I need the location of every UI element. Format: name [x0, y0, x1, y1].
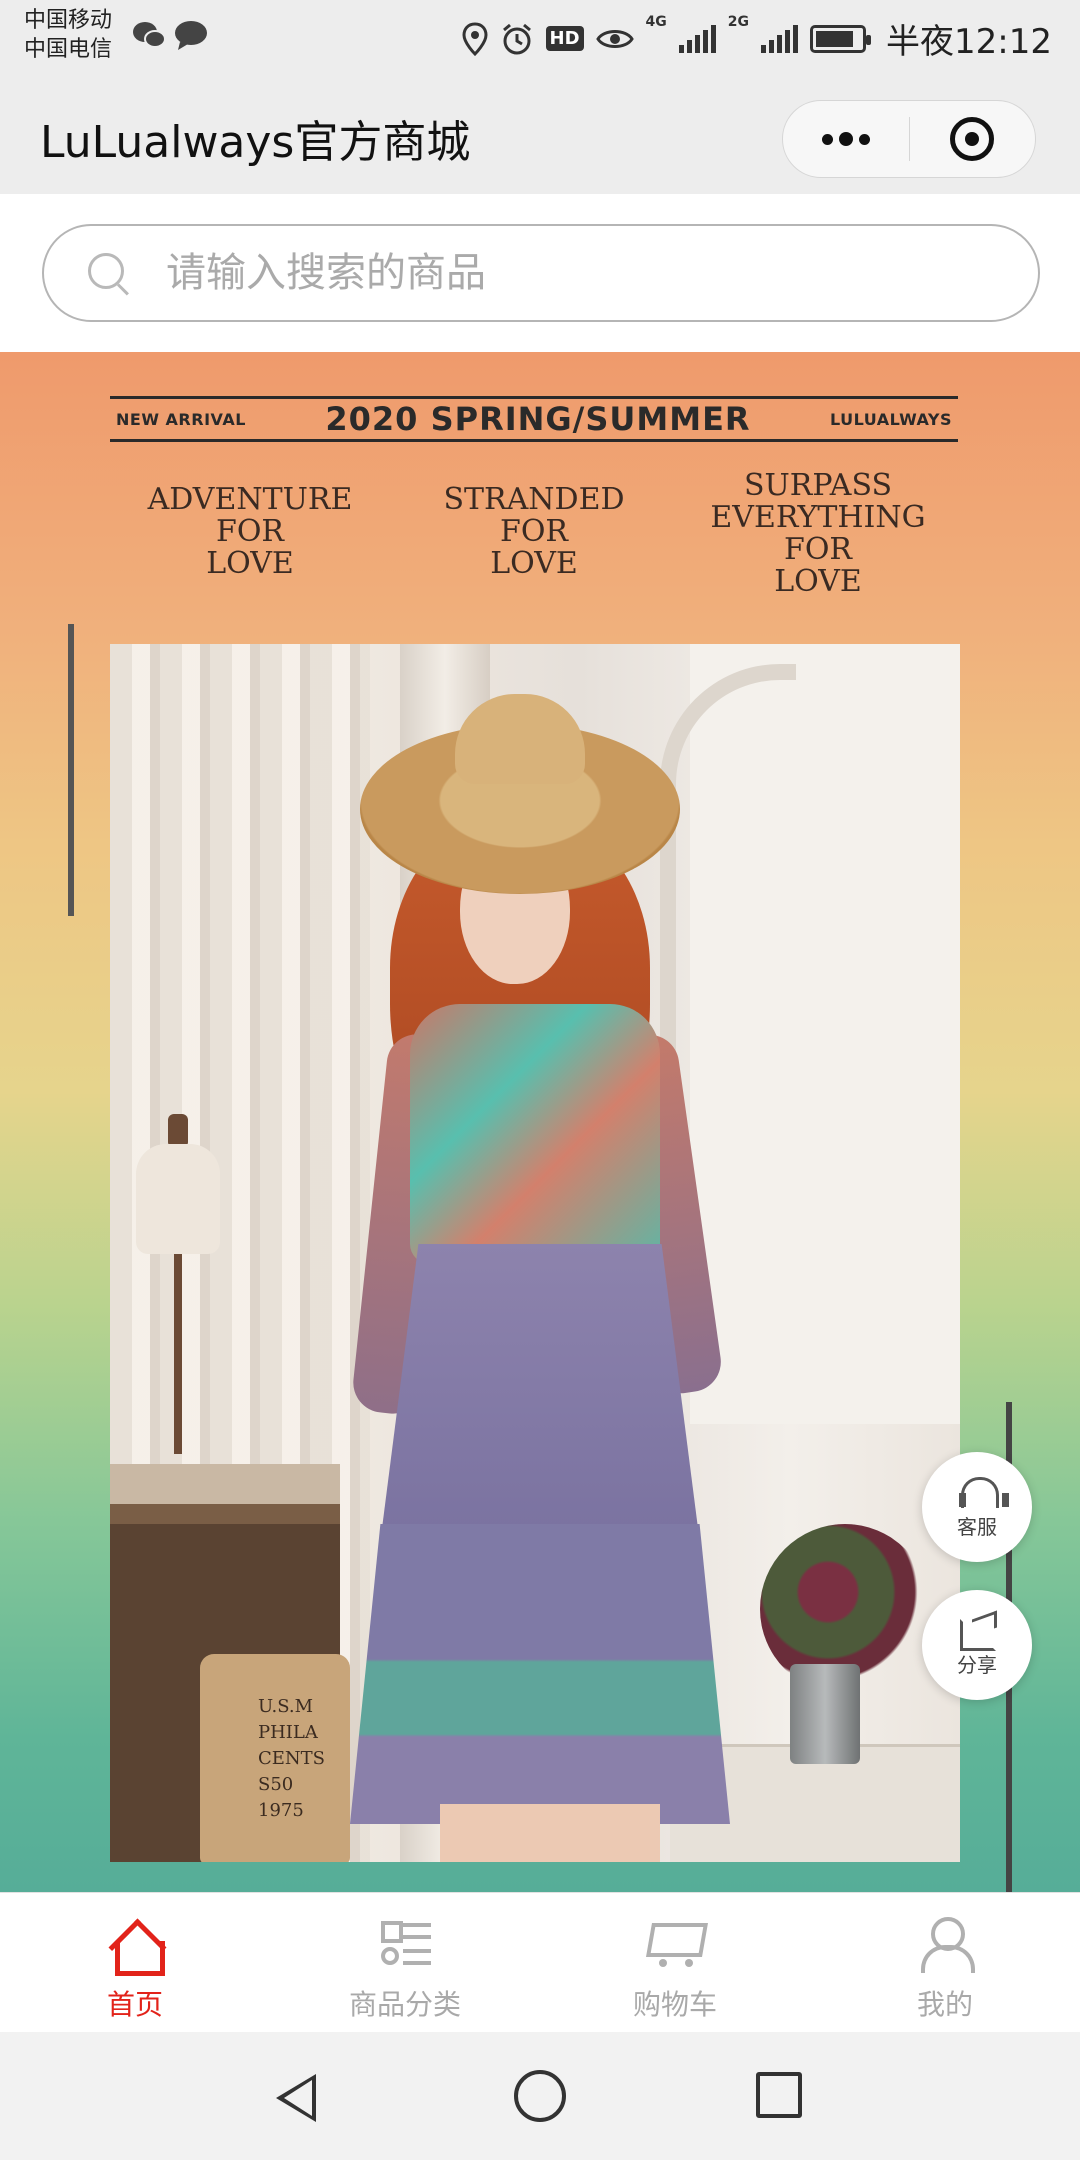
- alarm-icon: [502, 23, 531, 54]
- category-icon: [375, 1913, 435, 1973]
- model-skirt-upper: [380, 1244, 700, 1544]
- search-bar: [0, 194, 1080, 352]
- decor-line-left: [68, 624, 74, 916]
- bottom-tab-bar: 首页 商品分类 购物车 我的: [0, 1892, 1080, 2032]
- search-input[interactable]: [166, 250, 966, 296]
- tab-home[interactable]: 首页: [0, 1893, 270, 2032]
- home-button-icon[interactable]: [514, 2070, 566, 2122]
- banner-right-tag: LULUALWAYS: [830, 409, 952, 429]
- more-dot-icon: [838, 132, 853, 146]
- search-box[interactable]: [42, 224, 1040, 322]
- location-icon: [462, 21, 488, 56]
- customer-service-label: 客服: [957, 1514, 997, 1539]
- carrier-info: 中国移动 中国电信: [24, 6, 112, 64]
- category-icon-circle: [381, 1947, 399, 1965]
- burlap-sack: U.S.M PHILA CENTS S50 1975: [200, 1654, 350, 1862]
- page-title: LuLualways官方商城: [40, 117, 471, 168]
- search-icon: [84, 249, 132, 297]
- user-icon: [915, 1913, 975, 1973]
- clock: 半夜12:12: [886, 22, 1052, 62]
- mini-program-navbar: LuLualways官方商城: [0, 70, 1080, 194]
- slogan-1: ADVENTURE FOR LOVE: [147, 482, 353, 581]
- tab-cart[interactable]: 购物车: [540, 1893, 810, 2032]
- slogan-3: SURPASS EVERYTHING FOR LOVE: [710, 468, 926, 599]
- battery-icon: [810, 24, 872, 53]
- model-hat: [360, 694, 680, 894]
- signal-icon-2: [761, 24, 799, 53]
- model-legs: [440, 1804, 660, 1862]
- mannequin-torso: [136, 1144, 220, 1254]
- headset-icon: [957, 1475, 1009, 1509]
- tab-label: 购物车: [632, 1988, 717, 2021]
- mannequin-neck: [168, 1114, 188, 1148]
- tab-label: 首页: [106, 1988, 163, 2021]
- recents-icon[interactable]: [756, 2072, 802, 2118]
- tab-label: 商品分类: [348, 1988, 461, 2021]
- wechat-notification-icon: [133, 22, 166, 48]
- more-button[interactable]: [783, 101, 909, 177]
- close-button[interactable]: [910, 101, 1036, 177]
- banner-headline: 2020 SPRING/SUMMER: [325, 400, 751, 438]
- more-dot-icon: [821, 133, 833, 145]
- signal-icon: [678, 24, 716, 53]
- share-label: 分享: [957, 1652, 997, 1677]
- share-button[interactable]: 分享: [922, 1590, 1032, 1700]
- model-skirt-lower: [350, 1524, 730, 1824]
- eye-comfort-icon: [595, 29, 634, 48]
- slogan-2: STRANDED FOR LOVE: [443, 482, 625, 581]
- hd-badge: HD: [545, 26, 584, 51]
- carrier-2: 中国电信: [24, 37, 113, 62]
- mannequin-pole: [174, 1254, 182, 1454]
- net-2g-label: 2G: [727, 14, 750, 30]
- model-figure: [330, 694, 750, 1862]
- status-right: HD 4G 2G 半夜12:12: [462, 14, 1052, 63]
- model-dress-top: [410, 1004, 660, 1264]
- pot: [790, 1664, 860, 1764]
- banner-left-tag: NEW ARRIVAL: [116, 409, 246, 429]
- banner-slogans: ADVENTURE FOR LOVE STRANDED FOR LOVE SUR…: [110, 470, 958, 598]
- status-bar: 中国移动 中国电信 HD 4G 2G 半夜12:12: [0, 0, 1080, 70]
- promo-banner[interactable]: NEW ARRIVAL 2020 SPRING/SUMMER LULUALWAY…: [0, 352, 1080, 1892]
- home-icon: [105, 1913, 165, 1976]
- close-target-icon: [950, 117, 995, 161]
- system-navigation-bar: [0, 2032, 1080, 2160]
- tab-me[interactable]: 我的: [810, 1893, 1080, 2032]
- net-4g-label: 4G: [645, 14, 667, 30]
- back-icon[interactable]: [276, 2074, 316, 2122]
- cart-icon: [645, 1913, 705, 1973]
- notification-icons: [132, 20, 208, 50]
- carrier-1: 中国移动: [24, 8, 113, 33]
- message-notification-icon: [175, 21, 207, 50]
- model-photo[interactable]: U.S.M PHILA CENTS S50 1975: [110, 644, 960, 1862]
- capsule-menu: [782, 100, 1036, 178]
- tab-category[interactable]: 商品分类: [270, 1893, 540, 2032]
- more-dot-icon: [858, 133, 870, 145]
- battery-fill: [816, 30, 854, 47]
- banner-header: NEW ARRIVAL 2020 SPRING/SUMMER LULUALWAY…: [110, 396, 958, 442]
- mannequin: [128, 1114, 228, 1474]
- customer-service-button[interactable]: 客服: [922, 1452, 1032, 1562]
- tab-label: 我的: [916, 1988, 973, 2021]
- share-icon: [958, 1613, 996, 1651]
- sack-text: U.S.M PHILA CENTS S50 1975: [258, 1696, 325, 1821]
